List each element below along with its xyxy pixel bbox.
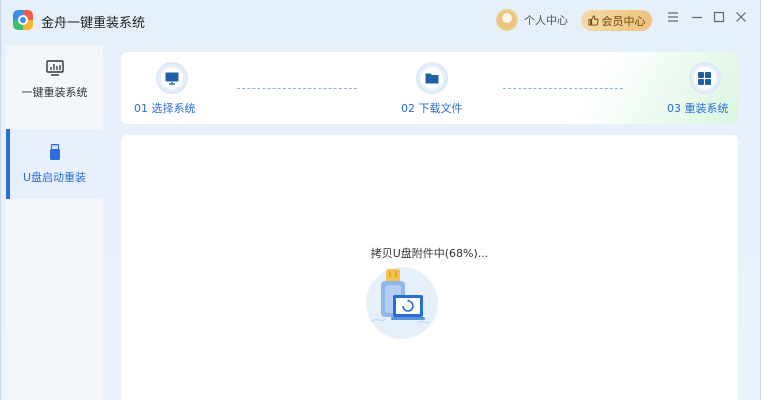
title-bar: 金舟一键重装系统 个人中心 会员中心 — [1, 0, 761, 40]
monitor-chart-icon — [45, 60, 64, 76]
step-circle — [155, 62, 188, 94]
maximize-icon[interactable] — [711, 10, 727, 30]
step-circle — [688, 62, 721, 94]
active-indicator — [6, 129, 10, 199]
vip-center-label: 会员中心 — [601, 14, 646, 28]
vip-center-button[interactable]: 会员中心 — [581, 10, 652, 31]
avatar-icon — [496, 9, 518, 31]
app-window: 金舟一键重装系统 个人中心 会员中心 一键重装系统 U盘启动重装 01 选择系统… — [0, 0, 761, 400]
sidebar: 一键重装系统 U盘启动重装 — [6, 45, 103, 400]
sidebar-item-label: 一键重装系统 — [21, 86, 88, 99]
usb-drive-icon — [49, 143, 61, 161]
usb-copy-illustration — [364, 261, 440, 339]
step-connector — [503, 88, 623, 89]
sidebar-item-label: U盘启动重装 — [22, 170, 87, 184]
step-select-system: 01 选择系统 — [134, 62, 196, 116]
step-circle — [415, 62, 448, 94]
user-center-button[interactable]: 个人中心 — [496, 8, 568, 32]
sidebar-item-usb-reinstall[interactable]: U盘启动重装 — [6, 129, 103, 199]
step-label: 01 选择系统 — [134, 102, 196, 115]
steps-panel: 01 选择系统 02 下载文件 03 重装系统 — [121, 52, 738, 124]
step-reinstall-system: 03 重装系统 — [667, 62, 729, 116]
app-title: 金舟一键重装系统 — [41, 16, 146, 31]
step-connector — [237, 88, 357, 89]
monitor-icon — [160, 67, 183, 89]
thumbs-up-icon — [587, 15, 599, 26]
step-label: 02 下载文件 — [401, 102, 463, 115]
user-center-label: 个人中心 — [524, 14, 568, 27]
status-text: 拷贝U盘附件中(68%)... — [370, 247, 489, 260]
sidebar-item-one-click-reinstall[interactable]: 一键重装系统 — [6, 45, 103, 115]
folder-icon — [420, 67, 443, 89]
windows-icon — [693, 67, 716, 89]
step-label: 03 重装系统 — [667, 102, 729, 115]
app-logo-icon — [13, 10, 33, 30]
step-download-files: 02 下载文件 — [401, 62, 463, 116]
menu-icon[interactable] — [665, 10, 681, 30]
main-panel: 拷贝U盘附件中(68%)... — [121, 135, 738, 400]
minimize-icon[interactable] — [689, 10, 705, 30]
close-icon[interactable] — [733, 10, 749, 30]
